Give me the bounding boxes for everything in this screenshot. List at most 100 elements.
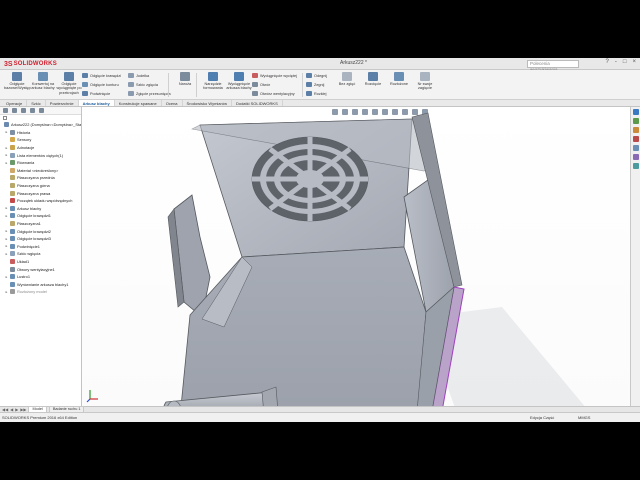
ribbon-small-button[interactable]: Zgięcie przesunięcia xyxy=(128,90,171,97)
expand-arrow-icon[interactable]: ▸ xyxy=(5,206,8,210)
task-pane-tab-icon[interactable] xyxy=(632,154,639,160)
tab-4[interactable]: Konstrukcje spawane xyxy=(115,100,162,106)
window-control-0[interactable]: ? xyxy=(606,59,609,65)
tree-item[interactable]: ▸ Odgięcie krawędzi3 xyxy=(0,235,81,243)
expand-arrow-icon[interactable]: ▸ xyxy=(5,229,8,233)
window-control-1[interactable]: - xyxy=(615,59,617,65)
tree-item[interactable]: Sensory xyxy=(0,136,81,144)
ribbon-small-button[interactable]: Jodełka xyxy=(128,72,149,79)
tree-item[interactable]: ▸ Podwinięcie1 xyxy=(0,243,81,251)
feature-icon xyxy=(10,213,15,219)
tree-item[interactable]: ▸ Adnotacje xyxy=(0,144,81,152)
ribbon-button-icon xyxy=(208,72,218,81)
tree-item[interactable]: Początek układu współrzędnych xyxy=(0,197,81,205)
tab-1[interactable]: Szkic xyxy=(27,100,46,106)
tab-0[interactable]: Operacje xyxy=(2,100,28,106)
tree-item[interactable]: ▸ Odgięcie krawędzi1 xyxy=(0,212,81,220)
task-pane-tab-icon[interactable] xyxy=(632,118,639,124)
ribbon-small-button[interactable]: Zegnij xyxy=(306,81,324,88)
tab-6[interactable]: Środowisko Wymiarów xyxy=(183,100,232,106)
ribbon-button[interactable]: Konwertuj na arkusz blachy xyxy=(30,72,56,91)
ribbon-small-icon xyxy=(128,82,134,87)
tab-5[interactable]: Ocena xyxy=(162,100,183,106)
status-units[interactable]: MMGS xyxy=(578,415,590,420)
ribbon-button[interactable]: Narzędzie formowania xyxy=(200,72,226,91)
feature-tree-icon[interactable] xyxy=(3,108,8,113)
window-control-2[interactable]: □ xyxy=(623,59,627,65)
tree-item[interactable]: Otwory wentylacyjne1 xyxy=(0,265,81,273)
tree-item[interactable]: Układ1 xyxy=(0,258,81,266)
ribbon-small-button[interactable]: Szkic zgięcia xyxy=(128,81,158,88)
corners-button[interactable]: Naroża xyxy=(172,72,198,86)
expand-arrow-icon[interactable]: ▸ xyxy=(5,252,8,256)
configuration-manager-icon[interactable] xyxy=(21,108,26,113)
tree-item[interactable]: ▸ Arkusz blachy xyxy=(0,205,81,213)
tab-3[interactable]: Arkusz blachy xyxy=(78,100,115,106)
task-pane-tab-icon[interactable] xyxy=(632,163,639,169)
expand-arrow-icon[interactable]: ▸ xyxy=(5,275,8,279)
vent-pattern[interactable] xyxy=(251,136,369,222)
ribbon-small-button[interactable]: Odgięcie krawędzi xyxy=(82,72,121,79)
task-pane-tab-icon[interactable] xyxy=(632,145,639,151)
ribbon-small-button[interactable]: Odegnij xyxy=(306,72,327,79)
ribbon-small-button[interactable]: Odgięcie konturu xyxy=(82,81,119,88)
task-pane-tab-icon[interactable] xyxy=(632,109,639,115)
tree-item[interactable]: Płaszczyzna przednia xyxy=(0,174,81,182)
expand-arrow-icon[interactable]: ▸ xyxy=(5,146,8,150)
tree-item[interactable]: ▸ Lista elementów ciętych(1) xyxy=(0,151,81,159)
tree-item[interactable]: Płaszczyzna prawa xyxy=(0,189,81,197)
ribbon-button[interactable]: Wyciągnięcie arkusza blachy xyxy=(226,72,252,91)
ribbon-button[interactable]: Odgięcie wyciągnięte po przekrojach xyxy=(56,72,82,95)
feature-icon xyxy=(10,183,15,189)
ribbon-button[interactable]: Bez zgięć xyxy=(334,72,360,86)
property-manager-icon[interactable] xyxy=(12,108,17,113)
ribbon-small-button[interactable]: Otwór xyxy=(252,81,270,88)
ribbon-small-icon xyxy=(128,73,134,78)
ribbon-small-label: Podwinięcie xyxy=(90,91,111,96)
feature-icon xyxy=(10,198,15,204)
expand-arrow-icon[interactable]: ▸ xyxy=(5,237,8,241)
expand-arrow-icon[interactable]: ▸ xyxy=(5,153,8,157)
expand-arrow-icon[interactable]: ▸ xyxy=(5,130,8,134)
expand-arrow-icon[interactable]: ▸ xyxy=(5,161,8,165)
tree-item[interactable]: Płaszczyzna1 xyxy=(0,220,81,228)
ribbon-button[interactable]: Rozłożone xyxy=(386,72,412,86)
expand-arrow-icon[interactable]: ▸ xyxy=(5,244,8,248)
task-pane-tab-icon[interactable] xyxy=(632,127,639,133)
tree-item[interactable]: ▸ Szkic wgięcia xyxy=(0,250,81,258)
ribbon-small-label: Jodełka xyxy=(136,73,150,78)
tree-item[interactable]: ▸ Historia xyxy=(0,129,81,137)
ribbon-small-button[interactable]: Rozkłej xyxy=(306,90,326,97)
tree-item[interactable]: Wyrównianie arkusza blachy1 xyxy=(0,280,81,288)
tab-2[interactable]: Powierzchnie xyxy=(46,100,79,106)
window-control-3[interactable]: × xyxy=(632,59,636,65)
dimxpert-icon[interactable] xyxy=(30,108,35,113)
task-pane-tab-icon[interactable] xyxy=(632,136,639,142)
tab-7[interactable]: Dodatki SOLIDWORKS xyxy=(232,100,283,106)
ribbon-small-button[interactable]: Wyciągnięcie wyciętej xyxy=(252,72,297,79)
tree-item[interactable]: Płaszczyzna górna xyxy=(0,182,81,190)
ribbon-small-button[interactable]: Podwinięcie xyxy=(82,90,110,97)
tree-item[interactable]: Materiał <nieokreślony> xyxy=(0,167,81,175)
tree-item-label: Szkic wgięcia xyxy=(17,251,41,257)
ribbon-button[interactable]: Nr swoje zagięcie xyxy=(412,72,438,91)
ribbon-small-label: Otwór xyxy=(260,82,271,87)
ribbon-button[interactable]: Odgięcie bazowe/Występ xyxy=(4,72,31,91)
ribbon-button[interactable]: Rozcięcie xyxy=(360,72,386,86)
tree-item[interactable]: Arkusz222 (Domyślna<<Domyślna>_Stan xyxy=(0,121,81,129)
tree-item[interactable]: ▸ Odgięcie krawędzi2 xyxy=(0,227,81,235)
expand-arrow-icon[interactable]: ▸ xyxy=(5,214,8,218)
tree-item[interactable]: ▸ Równania xyxy=(0,159,81,167)
app-logo[interactable]: 3S SOLIDWORKS xyxy=(4,59,57,69)
tree-item-label: Sensory xyxy=(17,137,32,143)
tree-item-label: Podwinięcie1 xyxy=(17,243,40,249)
expand-arrow-icon[interactable]: ▸ xyxy=(5,290,8,294)
search-input[interactable]: Polecenia wyszukiwania xyxy=(527,60,579,72)
display-manager-icon[interactable] xyxy=(39,108,44,113)
tree-item[interactable]: ▸ Rozłożony model xyxy=(0,288,81,296)
graphics-area[interactable] xyxy=(82,107,630,406)
ribbon-small-button[interactable]: Otwórz wentylacyjny xyxy=(252,90,295,97)
tree-item[interactable]: ▸ Lustro1 xyxy=(0,273,81,281)
feature-icon xyxy=(10,221,15,227)
sheet-metal-model[interactable] xyxy=(82,107,630,406)
